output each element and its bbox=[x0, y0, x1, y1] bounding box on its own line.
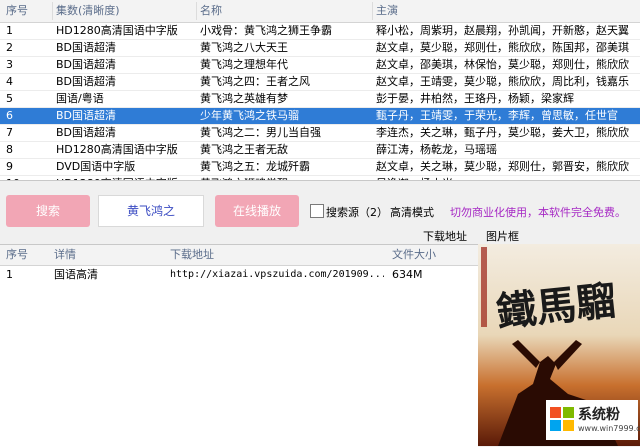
cell-num: 1 bbox=[6, 24, 13, 37]
cell-num: 3 bbox=[6, 58, 13, 71]
col-header-num[interactable]: 序号 bbox=[6, 0, 50, 22]
cell-actors: 彭于晏，井柏然，王珞丹，杨颖，梁家辉 bbox=[376, 92, 574, 105]
cell-actors: 李连杰，关之琳，甄子丹，莫少聪，姜大卫，熊欣欣 bbox=[376, 126, 629, 139]
table-row[interactable]: 8 HD1280高清国语中字版 黄飞鸿之王者无敌 薛江涛，杨乾龙，马瑶瑶 bbox=[0, 142, 640, 159]
dl-header-detail[interactable]: 详情 bbox=[54, 246, 154, 264]
watermark: 系统粉 www.win7999.com bbox=[546, 400, 640, 440]
picture-label: 图片框 bbox=[486, 230, 519, 243]
cell-num: 6 bbox=[6, 109, 13, 122]
col-header-episodes[interactable]: 集数(清晰度) bbox=[56, 0, 196, 22]
download-table-header: 序号 详情 下载地址 文件大小 bbox=[0, 245, 478, 266]
cell-name: 小戏骨：黄飞鸿之狮王争霸 bbox=[200, 24, 332, 37]
cell-name: 黄飞鸿之八大天王 bbox=[200, 41, 288, 54]
cell-episodes: BD国语超清 bbox=[56, 58, 117, 71]
dl-cell-num: 1 bbox=[6, 268, 13, 281]
dl-header-num[interactable]: 序号 bbox=[6, 246, 50, 264]
cell-actors: 赵文卓，关之琳，莫少聪，郑则仕，郭晋安，熊欣欣 bbox=[376, 160, 629, 173]
col-header-name[interactable]: 名称 bbox=[200, 0, 372, 22]
dl-header-size[interactable]: 文件大小 bbox=[392, 246, 476, 264]
search-button[interactable]: 搜索 bbox=[6, 195, 90, 227]
cell-num: 9 bbox=[6, 160, 13, 173]
dl-cell-detail: 国语高清 bbox=[54, 268, 98, 281]
cell-episodes: HD1280高清国语中字版 bbox=[56, 24, 178, 37]
search-input[interactable]: 黄飞鸿之 bbox=[98, 195, 204, 227]
hd-mode-label[interactable]: 高清模式 bbox=[390, 204, 434, 220]
dl-cell-size: 634M bbox=[392, 268, 423, 281]
picture-box: 鐵馬騮 系统粉 www.win7999.com bbox=[478, 244, 640, 446]
table-row[interactable]: 2 BD国语超清 黄飞鸿之八大天王 赵文卓，莫少聪，郑则仕，熊欣欣，陈国邦，邵美琪 bbox=[0, 40, 640, 57]
cell-name: 黄飞鸿之理想年代 bbox=[200, 58, 288, 71]
cell-episodes: BD国语超清 bbox=[56, 126, 117, 139]
cell-num: 2 bbox=[6, 41, 13, 54]
table-row[interactable]: 6 BD国语超清 少年黄飞鸿之铁马骝 甄子丹，王靖雯，于荣光，李辉，曾思敏，任世官 bbox=[0, 108, 640, 125]
search-source-checkbox[interactable] bbox=[310, 204, 324, 218]
table-row[interactable]: 9 DVD国语中字版 黄飞鸿之五：龙城歼霸 赵文卓，关之琳，莫少聪，郑则仕，郭晋安，熊… bbox=[0, 159, 640, 176]
cell-actors: 释小松，周紫玥，赵晨翔，孙凯闻，开新憨，赵天翼 bbox=[376, 24, 629, 37]
cell-episodes: BD国语超清 bbox=[56, 109, 117, 122]
table-row[interactable]: 1 HD1280高清国语中字版 小戏骨：黄飞鸿之狮王争霸 释小松，周紫玥，赵晨翔，孙凯… bbox=[0, 23, 640, 40]
download-label: 下载地址 bbox=[423, 230, 467, 243]
table-row[interactable]: 3 BD国语超清 黄飞鸿之理想年代 赵文卓，邵美琪，林保怡，莫少聪，郑则仕，熊欣欣 bbox=[0, 57, 640, 74]
cell-actors: 甄子丹，王靖雯，于荣光，李辉，曾思敏，任世官 bbox=[376, 109, 618, 122]
cell-name: 黄飞鸿之五：龙城歼霸 bbox=[200, 160, 310, 173]
search-source-label: 搜索源（2） bbox=[326, 206, 388, 219]
cell-actors: 赵文卓，莫少聪，郑则仕，熊欣欣，陈国邦，邵美琪 bbox=[376, 41, 629, 54]
dl-header-url[interactable]: 下载地址 bbox=[170, 246, 370, 264]
cell-name: 黄飞鸿之四：王者之风 bbox=[200, 75, 310, 88]
windows-logo-icon bbox=[550, 407, 574, 431]
cell-num: 5 bbox=[6, 92, 13, 105]
watermark-brand: 系统粉 bbox=[578, 407, 620, 423]
table-row[interactable]: 5 国语/粤语 黄飞鸿之英雄有梦 彭于晏，井柏然，王珞丹，杨颖，梁家辉 bbox=[0, 91, 640, 108]
results-table-header: 序号 集数(清晰度) 名称 主演 bbox=[0, 0, 640, 23]
cell-num: 7 bbox=[6, 126, 13, 139]
col-header-actors[interactable]: 主演 bbox=[376, 0, 576, 22]
cell-actors: 薛江涛，杨乾龙，马瑶瑶 bbox=[376, 143, 497, 156]
cell-episodes: BD国语超清 bbox=[56, 75, 117, 88]
cell-name: 黄飞鸿之英雄有梦 bbox=[200, 92, 288, 105]
promo-text: 切勿商业化使用，本软件完全免费。 bbox=[450, 206, 626, 219]
cell-episodes: 国语/粤语 bbox=[56, 92, 104, 105]
cell-num: 8 bbox=[6, 143, 13, 156]
cell-name: 少年黄飞鸿之铁马骝 bbox=[200, 109, 299, 122]
download-table: 序号 详情 下载地址 文件大小 1 国语高清 http://xiazai.vps… bbox=[0, 244, 478, 447]
results-table: 序号 集数(清晰度) 名称 主演 1 HD1280高清国语中字版 小戏骨：黄飞鸿之狮… bbox=[0, 0, 640, 181]
cell-num: 4 bbox=[6, 75, 13, 88]
play-online-button[interactable]: 在线播放 bbox=[215, 195, 299, 227]
cell-episodes: DVD国语中字版 bbox=[56, 160, 136, 173]
cell-episodes: BD国语超清 bbox=[56, 41, 117, 54]
cell-name: 黄飞鸿之王者无敌 bbox=[200, 143, 288, 156]
dl-cell-url: http://xiazai.vpszuida.com/201909... bbox=[170, 269, 384, 280]
cell-actors: 赵文卓，邵美琪，林保怡，莫少聪，郑则仕，熊欣欣 bbox=[376, 58, 629, 71]
cell-name: 黄飞鸿之二：男儿当自强 bbox=[200, 126, 321, 139]
watermark-url: www.win7999.com bbox=[578, 424, 640, 433]
table-row[interactable]: 4 BD国语超清 黄飞鸿之四：王者之风 赵文卓，王靖雯，莫少聪，熊欣欣，周比利，钱嘉乐 bbox=[0, 74, 640, 91]
cell-actors: 赵文卓，王靖雯，莫少聪，熊欣欣，周比利，钱嘉乐 bbox=[376, 75, 629, 88]
table-row[interactable]: 7 BD国语超清 黄飞鸿之二：男儿当自强 李连杰，关之琳，甄子丹，莫少聪，姜大卫，熊欣… bbox=[0, 125, 640, 142]
cell-episodes: HD1280高清国语中字版 bbox=[56, 143, 178, 156]
